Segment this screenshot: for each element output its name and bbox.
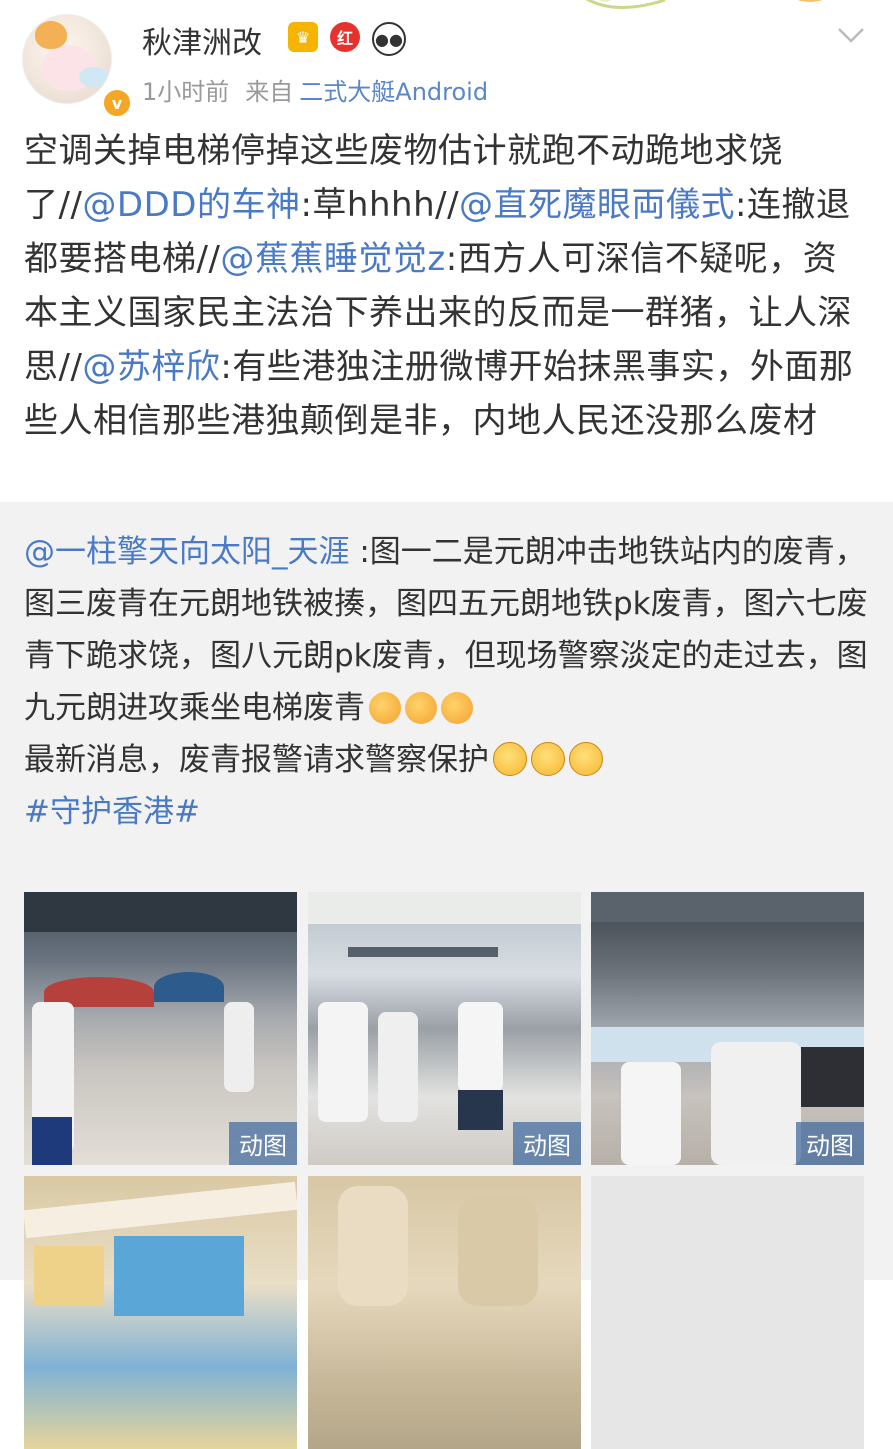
- fist-emoji-icon: [369, 692, 401, 724]
- crown-badge-icon[interactable]: ♛: [288, 22, 318, 52]
- gif-thumbnail[interactable]: 动图: [308, 892, 581, 1165]
- gif-badge: 动图: [229, 1122, 297, 1165]
- mention-link[interactable]: @蕉蕉睡觉觉z: [220, 239, 445, 279]
- decorative-banner: [585, 0, 823, 9]
- image-thumbnail[interactable]: [24, 1176, 297, 1449]
- gif-badge: 动图: [796, 1122, 864, 1165]
- verified-icon: v: [102, 88, 132, 118]
- red-badge-icon[interactable]: 红: [330, 22, 360, 52]
- fist-emoji-icon: [441, 692, 473, 724]
- repost-body: @一柱擎天向太阳_天涯 :图一二是元朗冲击地铁站内的废青，图三废青在元朗地铁被揍…: [24, 526, 872, 838]
- post-time: 1小时前: [142, 78, 230, 106]
- post-source[interactable]: 二式大艇Android: [299, 78, 488, 106]
- image-thumbnail[interactable]: [308, 1176, 581, 1449]
- panda-badge-icon[interactable]: ●●: [372, 22, 406, 56]
- post-text: :草hhhh//: [300, 185, 460, 225]
- post-header: v 秋津洲改 ♛ 红 ●● 1小时前 来自 二式大艇Android: [0, 0, 893, 118]
- mention-link[interactable]: @一柱擎天向太阳_天涯: [24, 534, 350, 570]
- repost-card[interactable]: @一柱擎天向太阳_天涯 :图一二是元朗冲击地铁站内的废青，图三废青在元朗地铁被揍…: [0, 502, 893, 1449]
- laugh-cry-emoji-icon: [531, 742, 565, 776]
- mention-link[interactable]: @直死魔眼両儀式: [459, 185, 735, 225]
- post-body: 空调关掉电梯停掉这些废物估计就跑不动跪地求饶了//@DDD的车神:草hhhh//…: [24, 124, 869, 448]
- user-badges: ♛ 红 ●●: [288, 22, 406, 56]
- mention-link[interactable]: @DDD的车神: [82, 185, 300, 225]
- from-label: 来自: [245, 78, 294, 106]
- avatar-image: [22, 14, 112, 104]
- avatar[interactable]: v: [22, 14, 132, 118]
- gif-badge: 动图: [513, 1122, 581, 1165]
- chevron-down-icon[interactable]: [836, 20, 866, 50]
- laugh-cry-emoji-icon: [569, 742, 603, 776]
- gif-thumbnail[interactable]: 动图: [24, 892, 297, 1165]
- fist-emoji-icon: [405, 692, 437, 724]
- repost-text: 最新消息，废青报警请求警察保护: [24, 742, 489, 778]
- gif-thumbnail[interactable]: 动图: [591, 892, 864, 1165]
- username[interactable]: 秋津洲改: [142, 18, 262, 62]
- post-meta: 1小时前 来自 二式大艇Android: [142, 72, 488, 107]
- image-thumbnail[interactable]: [591, 1176, 864, 1449]
- mention-link[interactable]: @苏梓欣: [82, 347, 220, 387]
- topic-link[interactable]: #守护香港#: [24, 794, 200, 830]
- laugh-cry-emoji-icon: [493, 742, 527, 776]
